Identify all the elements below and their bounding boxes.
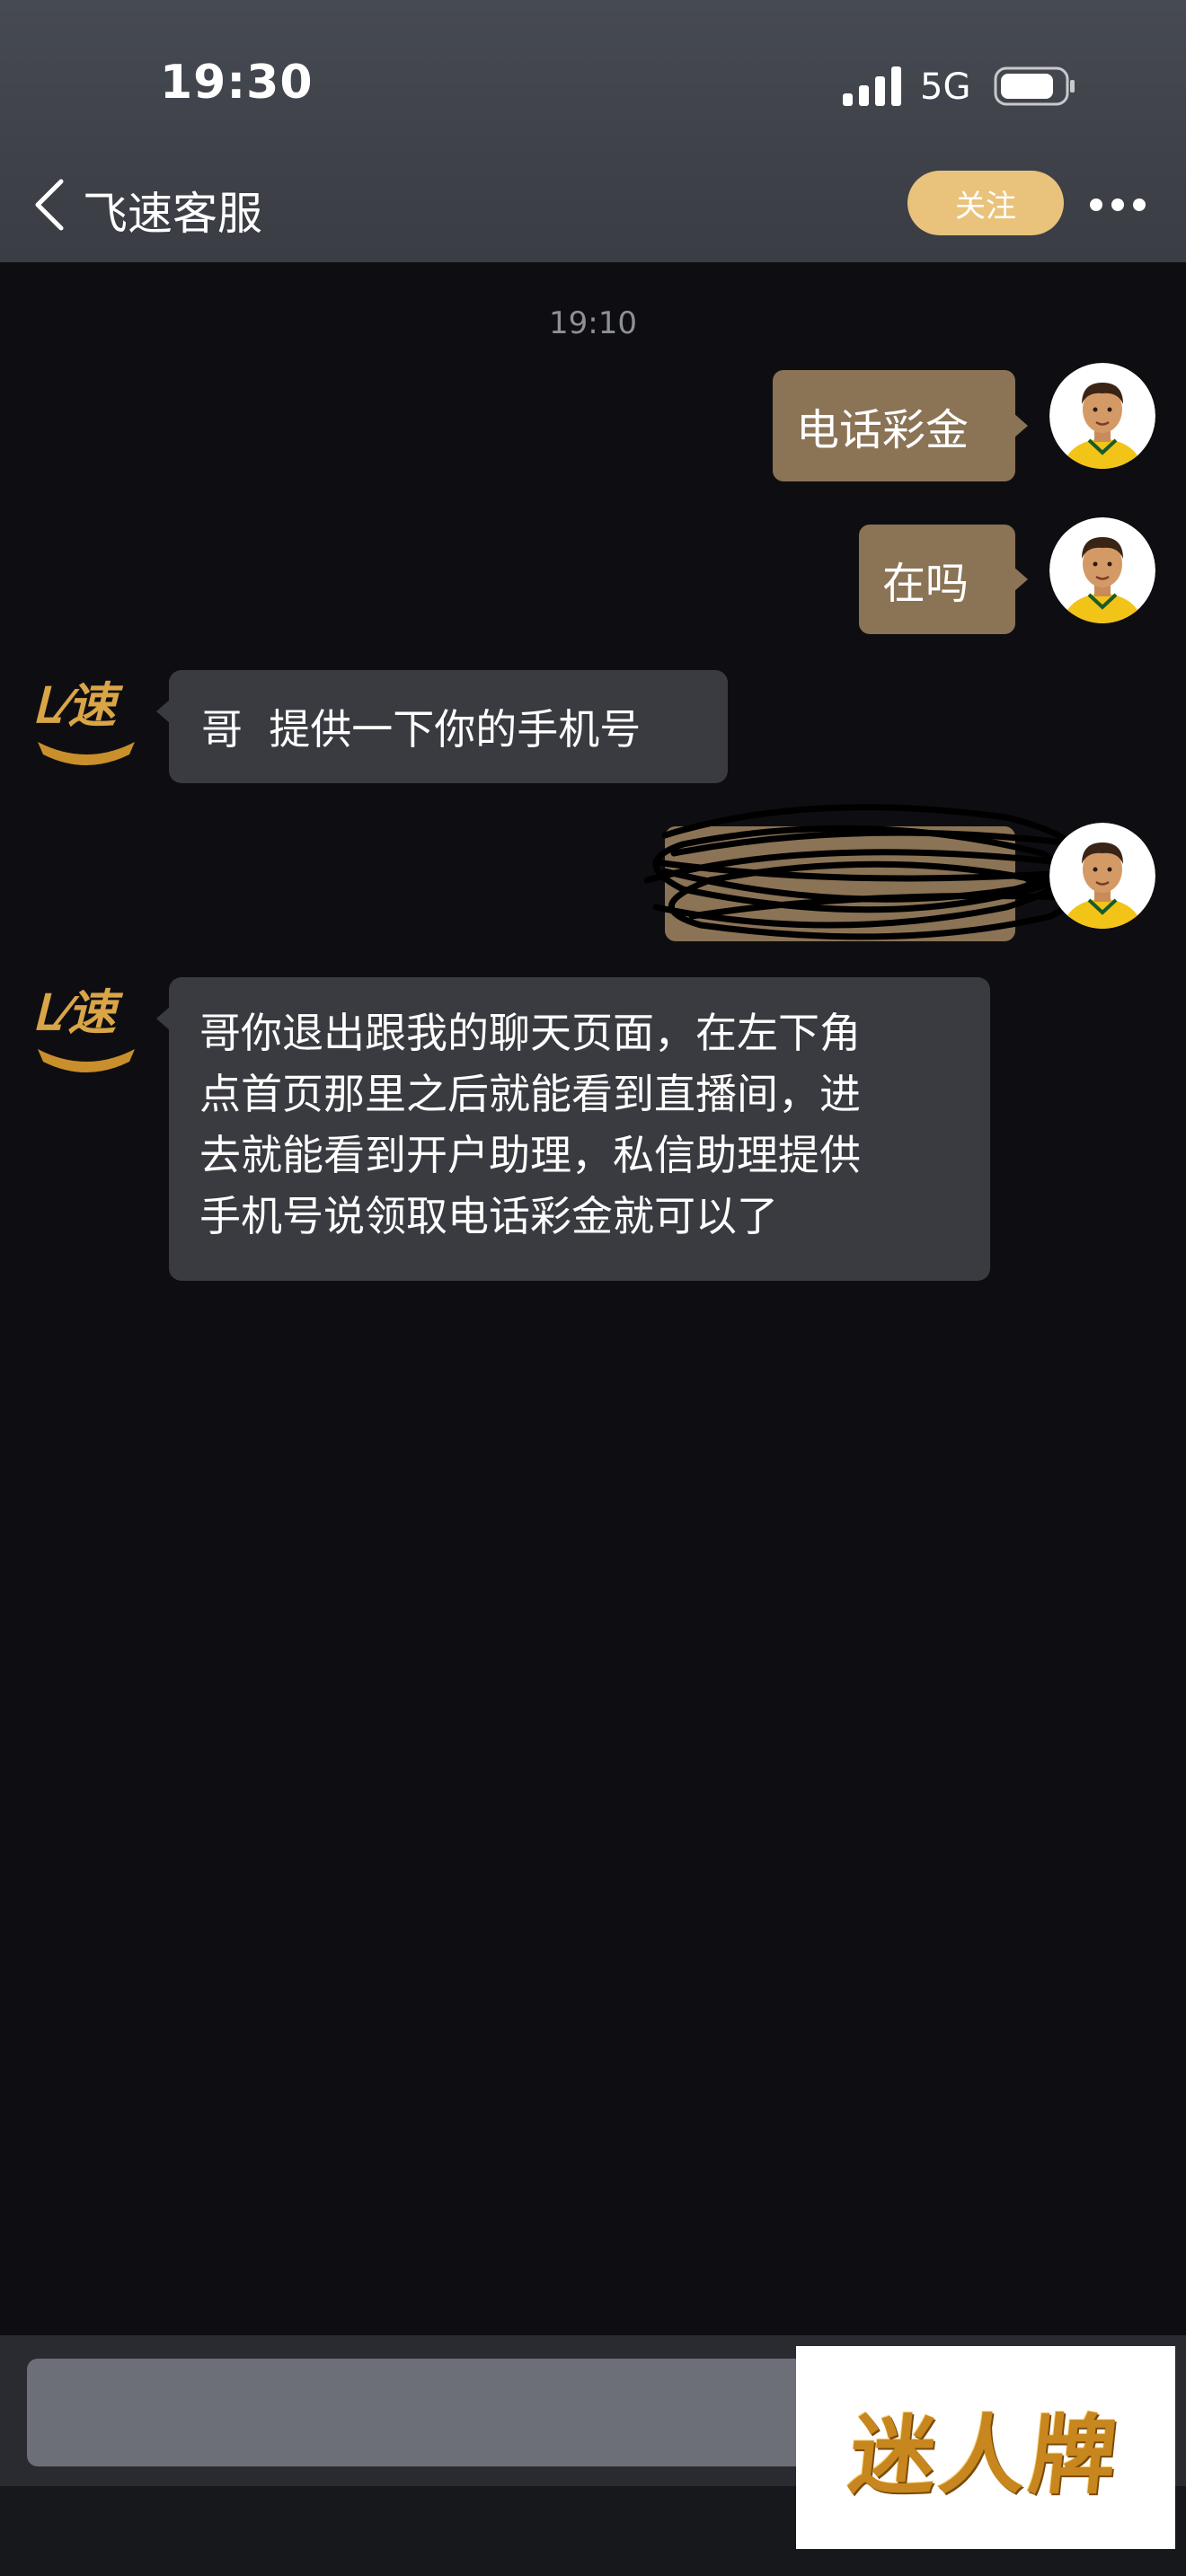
watermark: 迷人牌 [796, 2346, 1175, 2549]
user-avatar[interactable] [1049, 517, 1155, 623]
chat-title: 飞速客服 [83, 188, 262, 240]
chevron-left-icon[interactable] [31, 176, 72, 234]
message-line: 点首页那里之后就能看到直播间，进 [199, 1070, 861, 1118]
status-time: 19:30 [160, 56, 314, 110]
top-bar: 19:30 5G 飞速客服 关注 [0, 0, 1186, 262]
message-timestamp: 19:10 [549, 305, 637, 341]
battery-icon [994, 66, 1075, 106]
message-input[interactable] [27, 2359, 836, 2466]
message-text: 哥 提供一下你的手机号 [201, 705, 642, 754]
message-line: 去就能看到开户助理，私信助理提供 [199, 1131, 861, 1179]
network-label: 5G [920, 66, 971, 108]
agent-logo-avatar[interactable]: Ⅼ⁄速 [31, 977, 144, 1090]
svg-text:Ⅼ⁄速: Ⅼ⁄速 [32, 986, 124, 1040]
user-avatar[interactable] [1049, 363, 1155, 469]
svg-text:Ⅼ⁄速: Ⅼ⁄速 [32, 679, 124, 733]
incoming-message[interactable]: 哥你退出跟我的聊天页面，在左下角 点首页那里之后就能看到直播间，进 去就能看到开… [156, 977, 990, 1281]
follow-button[interactable]: 关注 [907, 171, 1064, 235]
agent-logo-avatar[interactable]: Ⅼ⁄速 [31, 670, 144, 783]
signal-icon [843, 66, 901, 106]
more-dots-icon[interactable] [1089, 198, 1146, 212]
redaction-scribble [643, 804, 1100, 940]
incoming-message[interactable]: 哥 提供一下你的手机号 [156, 670, 728, 783]
watermark-text: 迷人牌 [845, 2404, 1126, 2506]
outgoing-message[interactable]: 在吗 [859, 525, 1028, 634]
user-avatar[interactable] [1049, 823, 1155, 929]
message-line: 哥你退出跟我的聊天页面，在左下角 [199, 1009, 861, 1057]
message-line: 手机号说领取电话彩金就可以了 [199, 1192, 778, 1240]
outgoing-message[interactable]: 电话彩金 [773, 370, 1028, 481]
